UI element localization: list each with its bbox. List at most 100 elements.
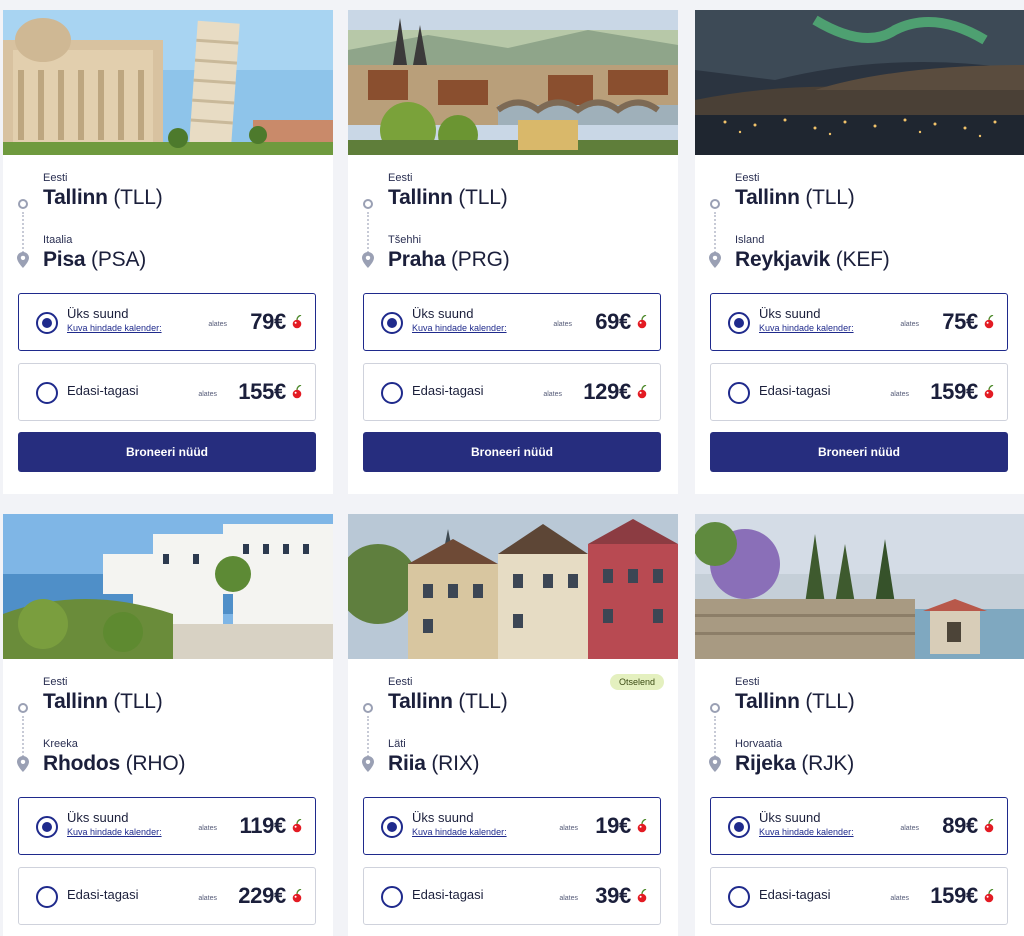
one-way-radio[interactable] xyxy=(381,312,403,334)
origin-city-name: Tallinn xyxy=(388,186,453,209)
cherry-icon xyxy=(637,315,647,329)
round-trip-price: 129€ xyxy=(583,379,631,404)
one-way-option[interactable]: Üks suund Kuva hindade kalender: alates … xyxy=(363,797,661,855)
origin-country: Eesti xyxy=(735,172,760,184)
destination-city-name: Pisa xyxy=(43,248,86,271)
book-now-button[interactable]: Broneeri nüüd xyxy=(18,432,316,472)
round-trip-label: Edasi-tagasi xyxy=(412,887,484,902)
origin-city-name: Tallinn xyxy=(43,690,108,713)
round-trip-radio[interactable] xyxy=(36,382,58,404)
price-calendar-link[interactable]: Kuva hindade kalender: xyxy=(759,827,854,837)
destination-code: (RJK) xyxy=(801,752,854,775)
destination-photo[interactable] xyxy=(695,10,1024,155)
one-way-option[interactable]: Üks suund Kuva hindade kalender: alates … xyxy=(710,797,1008,855)
one-way-option[interactable]: Üks suund Kuva hindade kalender: alates … xyxy=(363,293,661,351)
route-line xyxy=(22,716,24,760)
cherry-icon xyxy=(637,385,647,399)
round-trip-radio[interactable] xyxy=(381,382,403,404)
origin-country: Eesti xyxy=(43,676,68,688)
round-trip-option[interactable]: Edasi-tagasi alates 159€ xyxy=(710,363,1008,421)
destination-city-name: Praha xyxy=(388,248,446,271)
round-trip-option[interactable]: Edasi-tagasi alates 155€ xyxy=(18,363,316,421)
round-trip-option[interactable]: Edasi-tagasi alates 129€ xyxy=(363,363,661,421)
one-way-label: Üks suund xyxy=(412,306,474,321)
from-label: alates xyxy=(900,321,919,328)
one-way-price: 19€ xyxy=(595,813,631,838)
location-pin-icon xyxy=(709,756,721,772)
cherry-icon xyxy=(984,385,994,399)
cherry-icon xyxy=(984,819,994,833)
round-trip-radio[interactable] xyxy=(728,382,750,404)
round-trip-price: 229€ xyxy=(238,883,286,908)
destination-photo[interactable] xyxy=(348,514,678,659)
route-line xyxy=(367,212,369,256)
destination-card: Eesti Tallinn (TLL) Island Reykjavik (KE… xyxy=(695,10,1024,494)
destination-photo[interactable] xyxy=(695,514,1024,659)
round-trip-radio[interactable] xyxy=(728,886,750,908)
round-trip-label: Edasi-tagasi xyxy=(759,887,831,902)
one-way-label: Üks suund xyxy=(759,810,821,825)
from-label: alates xyxy=(553,321,572,328)
round-trip-label: Edasi-tagasi xyxy=(67,383,139,398)
destination-code: (PSA) xyxy=(91,248,147,271)
origin-city-name: Tallinn xyxy=(43,186,108,209)
origin-city: Tallinn (TLL) xyxy=(735,186,855,210)
one-way-option[interactable]: Üks suund Kuva hindade kalender: alates … xyxy=(710,293,1008,351)
origin-country: Eesti xyxy=(388,676,413,688)
cherry-icon xyxy=(292,315,302,329)
destination-city: Riia (RIX) xyxy=(388,752,480,776)
one-way-option[interactable]: Üks suund Kuva hindade kalender: alates … xyxy=(18,797,316,855)
origin-city-name: Tallinn xyxy=(735,186,800,209)
destination-city-name: Riia xyxy=(388,752,426,775)
origin-city: Tallinn (TLL) xyxy=(388,690,508,714)
destination-code: (PRG) xyxy=(451,248,510,271)
one-way-radio[interactable] xyxy=(36,816,58,838)
origin-city: Tallinn (TLL) xyxy=(43,186,163,210)
from-label: alates xyxy=(559,825,578,832)
route-info: Eesti Otselend Tallinn (TLL) Läti Riia (… xyxy=(348,659,678,797)
destination-card: Eesti Tallinn (TLL) Kreeka Rhodos (RHO) … xyxy=(3,514,333,936)
round-trip-option[interactable]: Edasi-tagasi alates 39€ xyxy=(363,867,661,925)
book-now-button[interactable]: Broneeri nüüd xyxy=(363,432,661,472)
round-trip-radio[interactable] xyxy=(36,886,58,908)
location-pin-icon xyxy=(17,756,29,772)
destination-city: Rhodos (RHO) xyxy=(43,752,185,776)
destination-country: Island xyxy=(735,234,765,246)
price-calendar-link[interactable]: Kuva hindade kalender: xyxy=(67,323,162,333)
price-calendar-link[interactable]: Kuva hindade kalender: xyxy=(412,323,507,333)
route-info: Eesti Tallinn (TLL) Island Reykjavik (KE… xyxy=(695,155,1024,293)
origin-dot-icon xyxy=(363,703,373,713)
round-trip-radio[interactable] xyxy=(381,886,403,908)
origin-country: Eesti xyxy=(43,172,68,184)
destination-photo[interactable] xyxy=(3,514,333,659)
route-line xyxy=(714,716,716,760)
price-calendar-link[interactable]: Kuva hindade kalender: xyxy=(67,827,162,837)
cherry-icon xyxy=(292,385,302,399)
destination-city: Praha (PRG) xyxy=(388,248,510,272)
price-calendar-link[interactable]: Kuva hindade kalender: xyxy=(759,323,854,333)
location-pin-icon xyxy=(362,756,374,772)
origin-code: (TLL) xyxy=(113,690,163,713)
route-info: Eesti Tallinn (TLL) Horvaatia Rijeka (RJ… xyxy=(695,659,1024,797)
origin-code: (TLL) xyxy=(805,690,855,713)
destination-country: Kreeka xyxy=(43,738,78,750)
from-label: alates xyxy=(208,321,227,328)
cherry-icon xyxy=(984,889,994,903)
one-way-radio[interactable] xyxy=(728,816,750,838)
round-trip-option[interactable]: Edasi-tagasi alates 229€ xyxy=(18,867,316,925)
destination-photo[interactable] xyxy=(348,10,678,155)
destination-photo[interactable] xyxy=(3,10,333,155)
book-now-button[interactable]: Broneeri nüüd xyxy=(710,432,1008,472)
destination-card: Eesti Tallinn (TLL) Horvaatia Rijeka (RJ… xyxy=(695,514,1024,936)
one-way-price: 119€ xyxy=(239,813,286,838)
destination-country: Läti xyxy=(388,738,406,750)
price-calendar-link[interactable]: Kuva hindade kalender: xyxy=(412,827,507,837)
one-way-radio[interactable] xyxy=(381,816,403,838)
cherry-icon xyxy=(292,819,302,833)
one-way-option[interactable]: Üks suund Kuva hindade kalender: alates … xyxy=(18,293,316,351)
round-trip-option[interactable]: Edasi-tagasi alates 159€ xyxy=(710,867,1008,925)
destination-city: Rijeka (RJK) xyxy=(735,752,854,776)
round-trip-label: Edasi-tagasi xyxy=(67,887,139,902)
one-way-radio[interactable] xyxy=(728,312,750,334)
one-way-radio[interactable] xyxy=(36,312,58,334)
